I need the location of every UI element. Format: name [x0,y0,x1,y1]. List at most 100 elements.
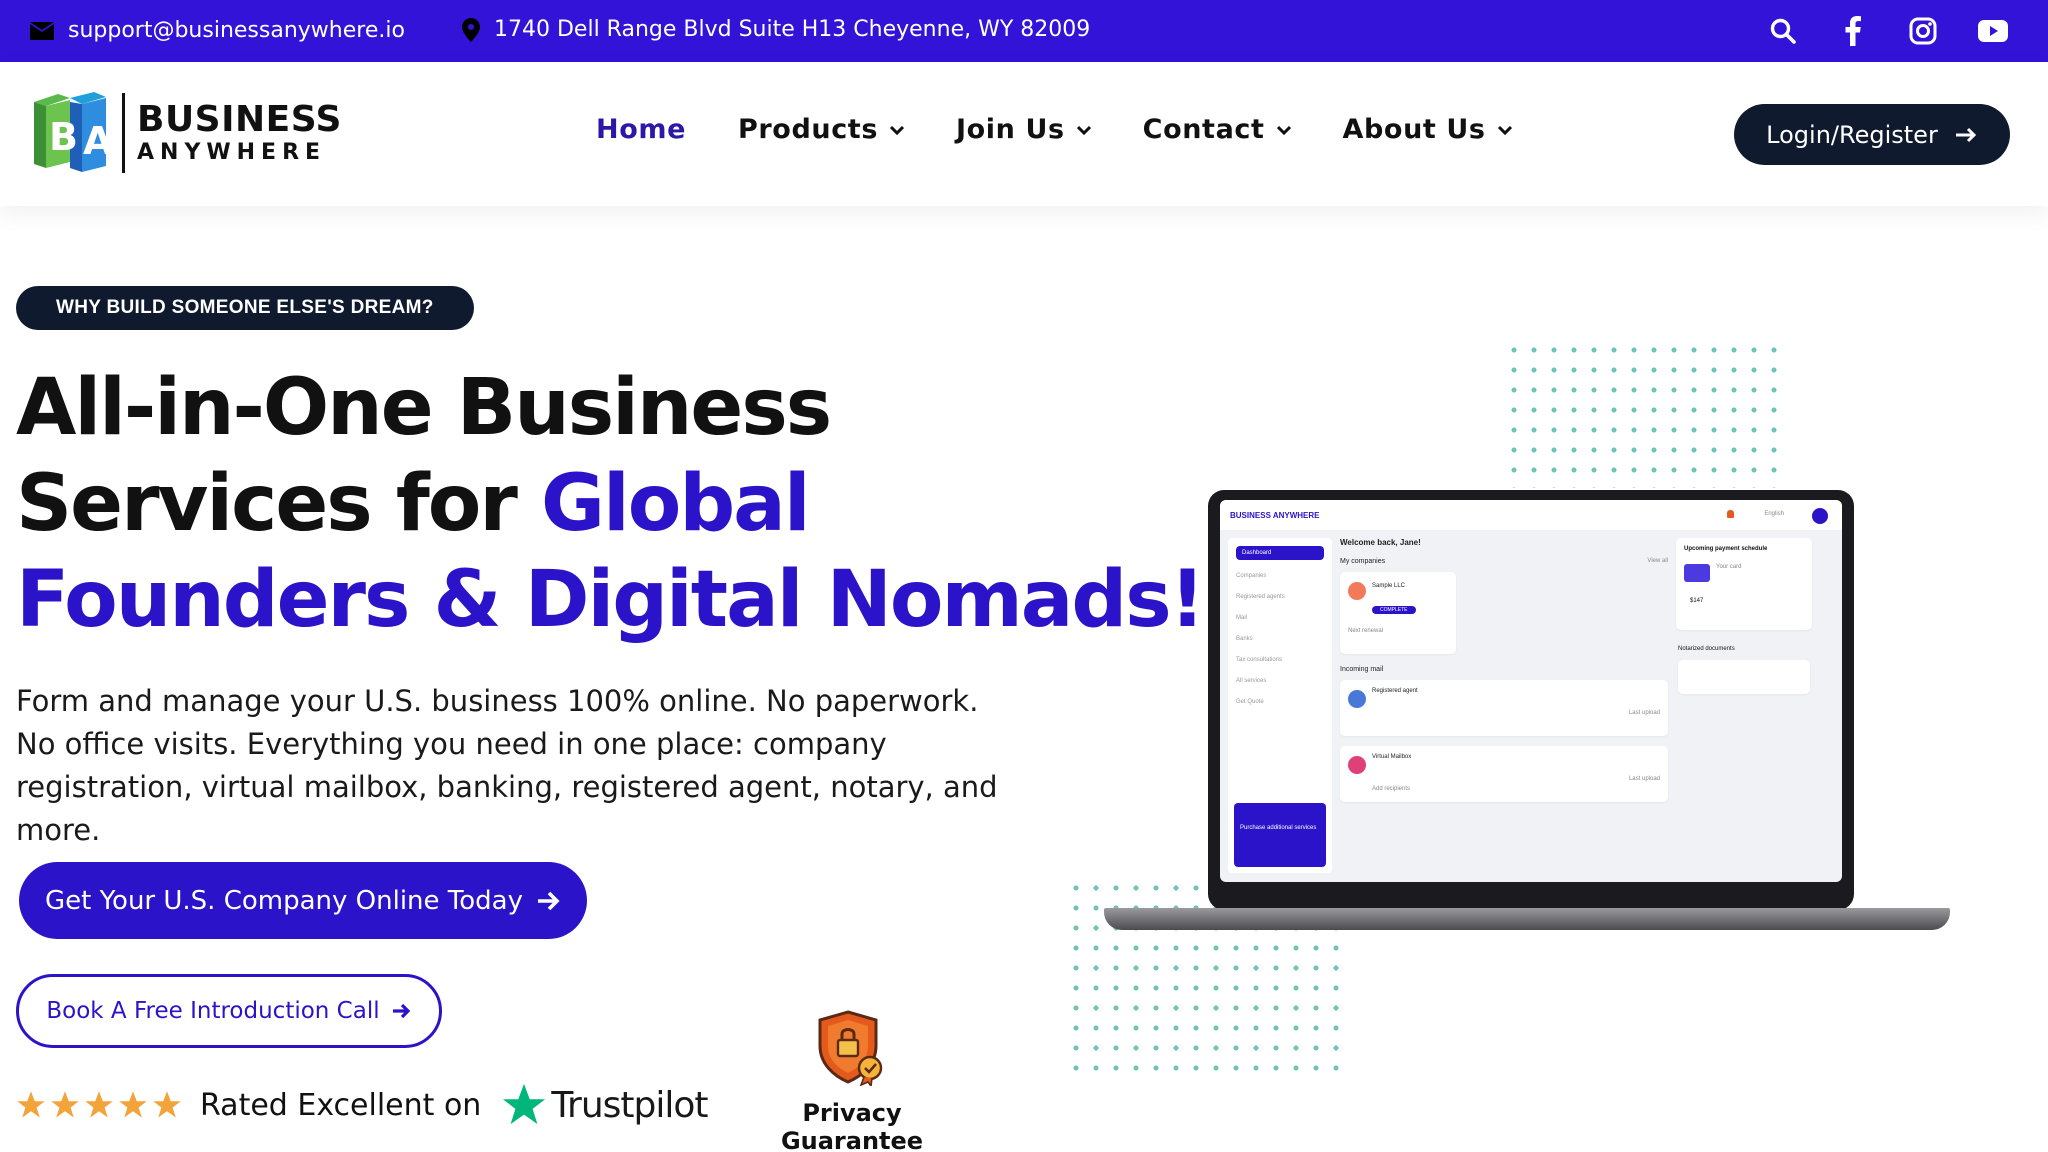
book-intro-call-button[interactable]: Book A Free Introduction Call [16,974,442,1048]
login-register-label[interactable]: Login/Register [1766,121,1938,149]
main-menu: Home Products Join Us Contact About Us [596,114,1512,145]
nav-label-products[interactable]: Products [738,114,878,145]
nav-item-products[interactable]: Products [738,114,904,145]
trustpilot-logo[interactable]: Trustpilot [501,1082,709,1128]
mail-virtual-mailbox: Virtual Mailbox [1372,754,1412,760]
star-icon [17,1091,45,1118]
chevron-down-icon [890,125,904,135]
cta-secondary-label[interactable]: Book A Free Introduction Call [46,998,379,1024]
dashboard-right-column: Upcoming payment schedule Your card $147… [1676,538,1836,878]
headline-line-2a: Services for [16,459,541,549]
headline-line-2b: Global [541,459,811,549]
headline-line-2: Services for Global [16,456,1203,552]
company-next-renewal: Next renewal [1348,628,1384,634]
logo-line-2: ANYWHERE [137,140,327,165]
payment-amount: $147 [1690,598,1704,604]
hero-headline: All-in-One Business Services for Global … [16,360,1205,648]
cta-primary-label[interactable]: Get Your U.S. Company Online Today [45,886,523,916]
laptop-dashboard-mockup: BUSINESS ANYWHERE English Dashboard Comp… [1104,490,1950,932]
address-text: 1740 Dell Range Blvd Suite H13 Cheyenne,… [494,17,1091,42]
nav-label-about-us[interactable]: About Us [1343,114,1486,145]
arrow-right-icon [537,891,560,910]
nav-item-about-us[interactable]: About Us [1343,114,1512,145]
svg-text:A: A [83,119,110,163]
star-icon [153,1091,181,1118]
dashboard-company-card: Sample LLC COMPLETE Next renewal [1340,572,1456,654]
instagram-icon[interactable] [1908,16,1938,46]
trustpilot-star-icon [503,1083,546,1125]
star-icon [51,1091,79,1118]
hero-badge: WHY BUILD SOMEONE ELSE'S DREAM? [16,286,474,330]
mail-last-upload: Last upload [1628,710,1660,716]
svg-text:B: B [49,115,78,159]
nav-item-join-us[interactable]: Join Us [956,114,1091,145]
hero-subtext: Form and manage your U.S. business 100% … [16,684,998,847]
headline-line-3: Founders & Digital Nomads! [16,555,1205,645]
laptop-screen-frame: BUSINESS ANYWHERE English Dashboard Comp… [1208,490,1854,910]
dashboard-mail-card-2: Virtual Mailbox Add recipients Last uplo… [1340,746,1668,802]
dashboard-notarized: Notarized documents [1678,646,1735,652]
email-text[interactable]: support@businessanywhere.io [68,18,405,43]
login-register-button[interactable]: Login/Register [1734,104,2010,165]
headline-line-1: All-in-One Business [16,363,832,453]
get-company-online-button[interactable]: Get Your U.S. Company Online Today [19,862,587,939]
star-icon [85,1091,113,1118]
dashboard-sidebar-item: Dashboard [1236,546,1324,560]
dashboard-promo-text: Purchase additional services [1240,825,1317,831]
payment-your-card: Your card [1716,564,1742,570]
business-anywhere-logo[interactable]: B A BUSINESS ANYWHERE [30,92,342,174]
dashboard-mail-card-1: Registered agent Last upload [1340,680,1668,736]
user-avatar-icon [1812,508,1828,524]
dashboard-incoming-mail: Incoming mail [1340,666,1384,673]
logo-wordmark: BUSINESS ANYWHERE [137,102,342,164]
rating-stars [16,1090,182,1120]
dashboard-brand: BUSINESS ANYWHERE [1230,510,1320,520]
dashboard-sidebar-item: Mail [1236,615,1248,621]
dashboard-payment-card: Upcoming payment schedule Your card $147 [1676,538,1812,630]
search-icon[interactable] [1768,16,1798,46]
trustpilot-wordmark: Trustpilot [551,1084,708,1126]
rating-text: Rated Excellent on [200,1087,482,1123]
location-pin-icon [462,17,480,42]
nav-label-home[interactable]: Home [596,114,686,145]
top-contact-bar: support@businessanywhere.io 1740 Dell Ra… [0,0,2048,62]
payment-card-icon [1684,564,1710,582]
logo-divider [122,93,125,173]
nav-label-contact[interactable]: Contact [1143,114,1265,145]
chevron-down-icon [1076,125,1091,135]
nav-item-contact[interactable]: Contact [1143,114,1291,145]
dashboard-view-all: View all [1647,558,1668,564]
email-contact[interactable]: support@businessanywhere.io [30,18,405,43]
mail-registered-agent: Registered agent [1372,688,1418,694]
dashboard-my-companies: My companies [1340,558,1386,565]
dashboard-sidebar-item: Companies [1236,573,1267,579]
laptop-base [1104,908,1950,930]
address-contact: 1740 Dell Range Blvd Suite H13 Cheyenne,… [462,17,1090,42]
ba-logo-mark: B A [30,92,113,174]
mail-icon [30,21,54,40]
mail-avatar [1348,756,1366,774]
payment-title: Upcoming payment schedule [1684,546,1768,552]
company-name: Sample LLC [1372,583,1406,589]
dashboard-notarized-card [1678,660,1810,694]
nav-label-join-us[interactable]: Join Us [956,114,1065,145]
privacy-guarantee-label: Privacy Guarantee [780,1099,924,1152]
mail-add-recipients: Add recipients [1372,786,1411,792]
chevron-down-icon [1276,125,1291,135]
logo-line-1: BUSINESS [137,99,342,140]
decorative-dots-top [1504,340,1784,488]
trustpilot-rating[interactable]: Rated Excellent on Trustpilot [16,1082,709,1128]
dashboard-sidebar-item: Get Quote [1236,699,1264,705]
youtube-icon[interactable] [1978,16,2008,46]
bell-icon [1727,510,1734,518]
mail-avatar [1348,690,1366,708]
top-icons [1768,16,2008,46]
mail-last-upload: Last upload [1628,776,1660,782]
facebook-icon[interactable] [1838,16,1868,46]
dashboard-topbar: BUSINESS ANYWHERE English [1220,500,1842,530]
privacy-shield-icon [818,1010,883,1089]
chevron-down-icon [1497,125,1512,135]
nav-item-home[interactable]: Home [596,114,686,145]
dashboard-sidebar-item: Banks [1236,636,1253,642]
company-complete-badge: COMPLETE [1372,606,1416,614]
